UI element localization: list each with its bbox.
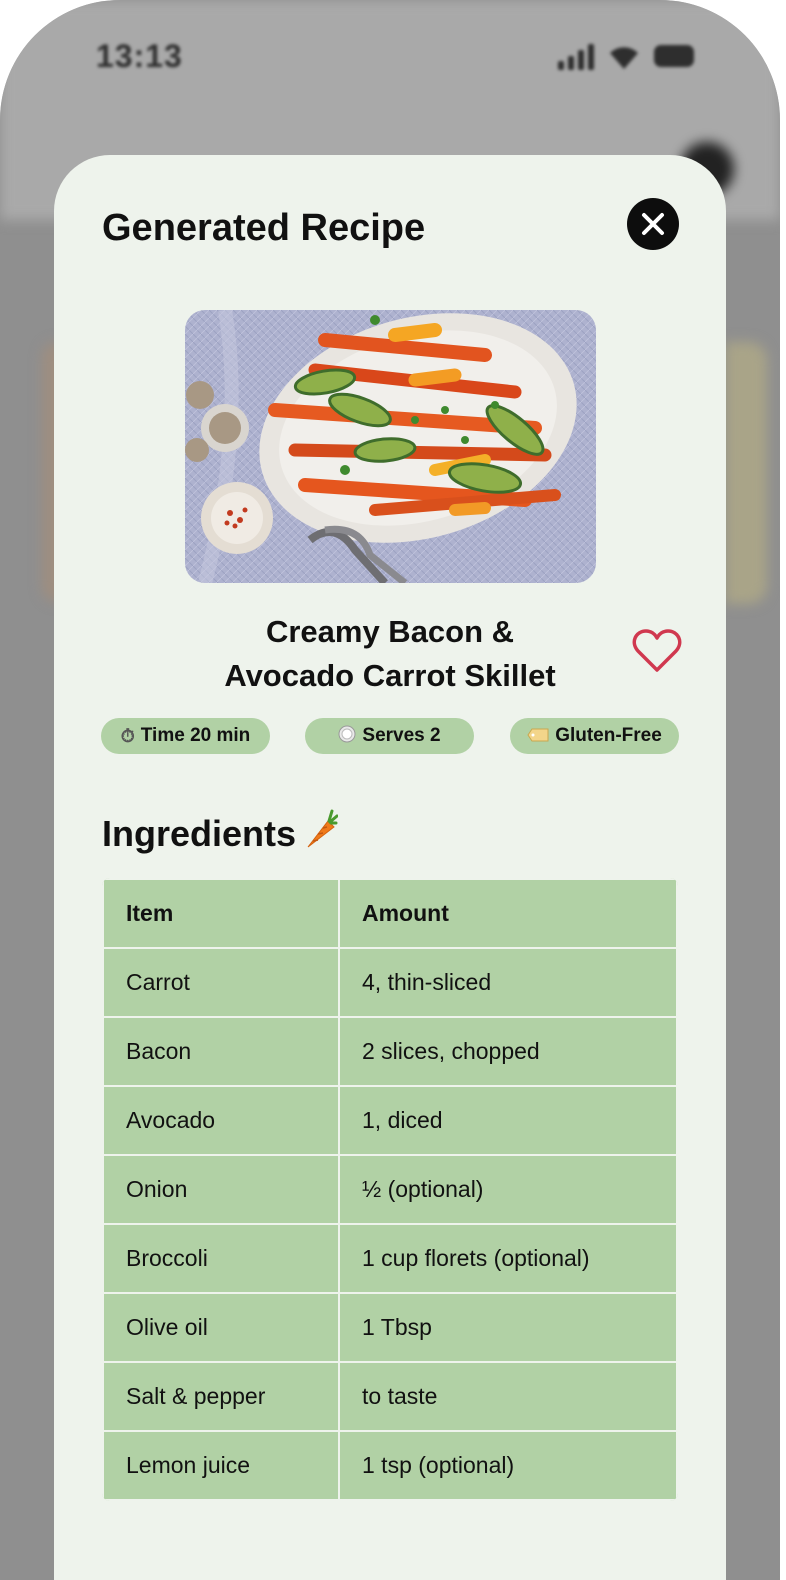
ingredient-item: Broccoli — [102, 1223, 340, 1294]
table-row: Carrot 4, thin-sliced — [102, 947, 678, 1018]
recipe-name-line1: Creamy Bacon & — [265, 614, 515, 649]
recipe-name: Creamy Bacon & Avocado Carrot Skillet — [190, 610, 590, 698]
status-time: 13:13 — [96, 38, 183, 74]
ingredient-amount: to taste — [338, 1361, 678, 1432]
close-icon — [642, 213, 664, 235]
diet-tag: Gluten-Free — [510, 718, 679, 754]
table-row: Olive oil 1 Tbsp — [102, 1292, 678, 1363]
ingredient-item: Bacon — [102, 1016, 340, 1087]
ingredient-item: Onion — [102, 1154, 340, 1225]
wifi-icon — [608, 44, 640, 70]
ingredient-item: Carrot — [102, 947, 340, 1018]
background-card — [725, 342, 767, 604]
ingredients-title-text: Ingredients — [102, 812, 297, 854]
ingredient-item: Lemon juice — [102, 1430, 340, 1501]
stopwatch-icon: ⏱ — [120, 725, 135, 746]
column-header-amount: Amount — [338, 878, 678, 949]
ingredient-amount: 4, thin-sliced — [338, 947, 678, 1018]
ingredient-amount: 1 tsp (optional) — [338, 1430, 678, 1501]
ingredient-item: Salt & pepper — [102, 1361, 340, 1432]
table-row: Broccoli 1 cup florets (optional) — [102, 1223, 678, 1294]
recipe-image — [185, 310, 596, 583]
label-tag-icon — [527, 726, 549, 747]
modal-title: Generated Recipe — [102, 207, 426, 249]
table-row: Bacon 2 slices, chopped — [102, 1016, 678, 1087]
recipe-modal: Generated Recipe Creamy Bacon & Avocado … — [54, 155, 726, 1580]
heart-outline-icon — [632, 629, 682, 672]
column-header-item: Item — [102, 878, 340, 949]
serves-tag: Serves 2 — [305, 718, 474, 754]
ingredient-item: Avocado — [102, 1085, 340, 1156]
signal-icon — [558, 42, 594, 70]
close-button[interactable] — [627, 198, 679, 250]
phone-screen: 13:13 Generated Recipe Creamy Bacon & Av… — [0, 0, 780, 1580]
table-row: Lemon juice 1 tsp (optional) — [102, 1430, 678, 1501]
ingredient-amount: 1 cup florets (optional) — [338, 1223, 678, 1294]
tag-label: Serves 2 — [362, 725, 441, 746]
plate-icon — [338, 725, 356, 748]
ingredient-amount: 1, diced — [338, 1085, 678, 1156]
tag-label: Time 20 min — [140, 725, 251, 746]
time-tag: ⏱ Time 20 min — [101, 718, 270, 754]
table-row: Avocado 1, diced — [102, 1085, 678, 1156]
table-row: Salt & pepper to taste — [102, 1361, 678, 1432]
ingredient-amount: ½ (optional) — [338, 1154, 678, 1225]
battery-icon — [654, 45, 694, 67]
status-bar: 13:13 — [0, 0, 780, 120]
status-icons — [558, 42, 694, 70]
ingredient-amount: 1 Tbsp — [338, 1292, 678, 1363]
recipe-name-line2: Avocado Carrot Skillet — [224, 658, 556, 693]
ingredients-title: Ingredients — [102, 809, 339, 858]
table-row: Onion ½ (optional) — [102, 1154, 678, 1225]
carrot-icon — [304, 809, 339, 858]
recipe-tags: ⏱ Time 20 min Serves 2 Gluten-Free — [101, 718, 679, 754]
ingredient-amount: 2 slices, chopped — [338, 1016, 678, 1087]
favorite-button[interactable] — [632, 628, 682, 674]
ingredient-item: Olive oil — [102, 1292, 340, 1363]
table-header-row: Item Amount — [102, 878, 678, 949]
ingredients-table: Item Amount Carrot 4, thin-sliced Bacon … — [102, 878, 678, 1501]
tag-label: Gluten-Free — [555, 725, 662, 746]
